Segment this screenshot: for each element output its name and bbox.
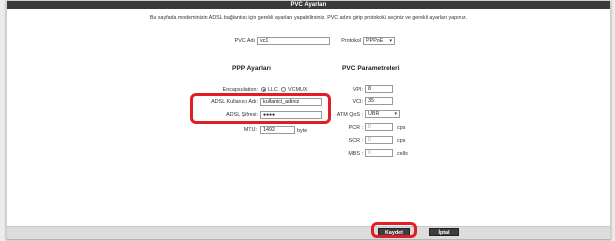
mbs-unit: cells — [397, 151, 408, 157]
pvc-name-label: PVC Adı — [234, 38, 255, 44]
chevron-down-icon: ▾ — [389, 38, 392, 44]
scr-input[interactable]: 0 — [365, 136, 393, 144]
encap-vcmux-radio[interactable] — [281, 87, 286, 92]
encap-llc-radio[interactable] — [261, 87, 266, 92]
atm-qos-select[interactable]: UBR ▾ — [365, 110, 400, 118]
pcr-input[interactable]: 0 — [365, 123, 393, 131]
protocol-label: Protokol — [341, 38, 361, 44]
pvc-parameters-heading: PVC Parametreleri — [342, 65, 400, 72]
mbs-label: MBS : — [348, 151, 363, 157]
chevron-down-icon: ▾ — [394, 111, 397, 117]
atm-qos-label: ATM QoS : — [336, 112, 363, 118]
page: PVC Ayarları Bu sayfada modeminizin ADSL… — [0, 0, 615, 241]
vci-label: VCI: — [352, 99, 363, 105]
save-highlight — [371, 222, 417, 238]
mtu-label: MTU: — [243, 127, 257, 133]
pvc-settings-panel: PVC Ayarları Bu sayfada modeminizin ADSL… — [6, 0, 611, 239]
ppp-settings-heading: PPP Ayarları — [232, 65, 271, 72]
button-bar: Kaydet İptal — [7, 222, 610, 239]
pcr-label: PCR : — [348, 125, 363, 131]
vci-input[interactable]: 35 — [365, 97, 393, 105]
vpi-label: VPI: — [352, 87, 363, 93]
panel-title: PVC Ayarları — [7, 1, 610, 9]
credentials-highlight — [190, 93, 331, 124]
mbs-input[interactable]: 0 — [365, 149, 393, 157]
pvc-name-input[interactable]: vc1 — [257, 37, 330, 45]
cancel-button[interactable]: İptal — [429, 228, 459, 236]
scr-unit: cps — [397, 138, 406, 144]
pcr-unit: cps — [397, 125, 406, 131]
page-description: Bu sayfada modeminizin ADSL bağlantısı i… — [149, 15, 468, 21]
scr-label: SCR : — [348, 138, 363, 144]
protocol-select-value: PPPoE — [366, 38, 384, 44]
mtu-unit: byte — [297, 128, 308, 134]
vpi-input[interactable]: 8 — [365, 85, 393, 93]
atm-qos-select-value: UBR — [368, 111, 380, 117]
protocol-select[interactable]: PPPoE ▾ — [363, 37, 395, 45]
mtu-input[interactable]: 1492 — [260, 126, 295, 134]
